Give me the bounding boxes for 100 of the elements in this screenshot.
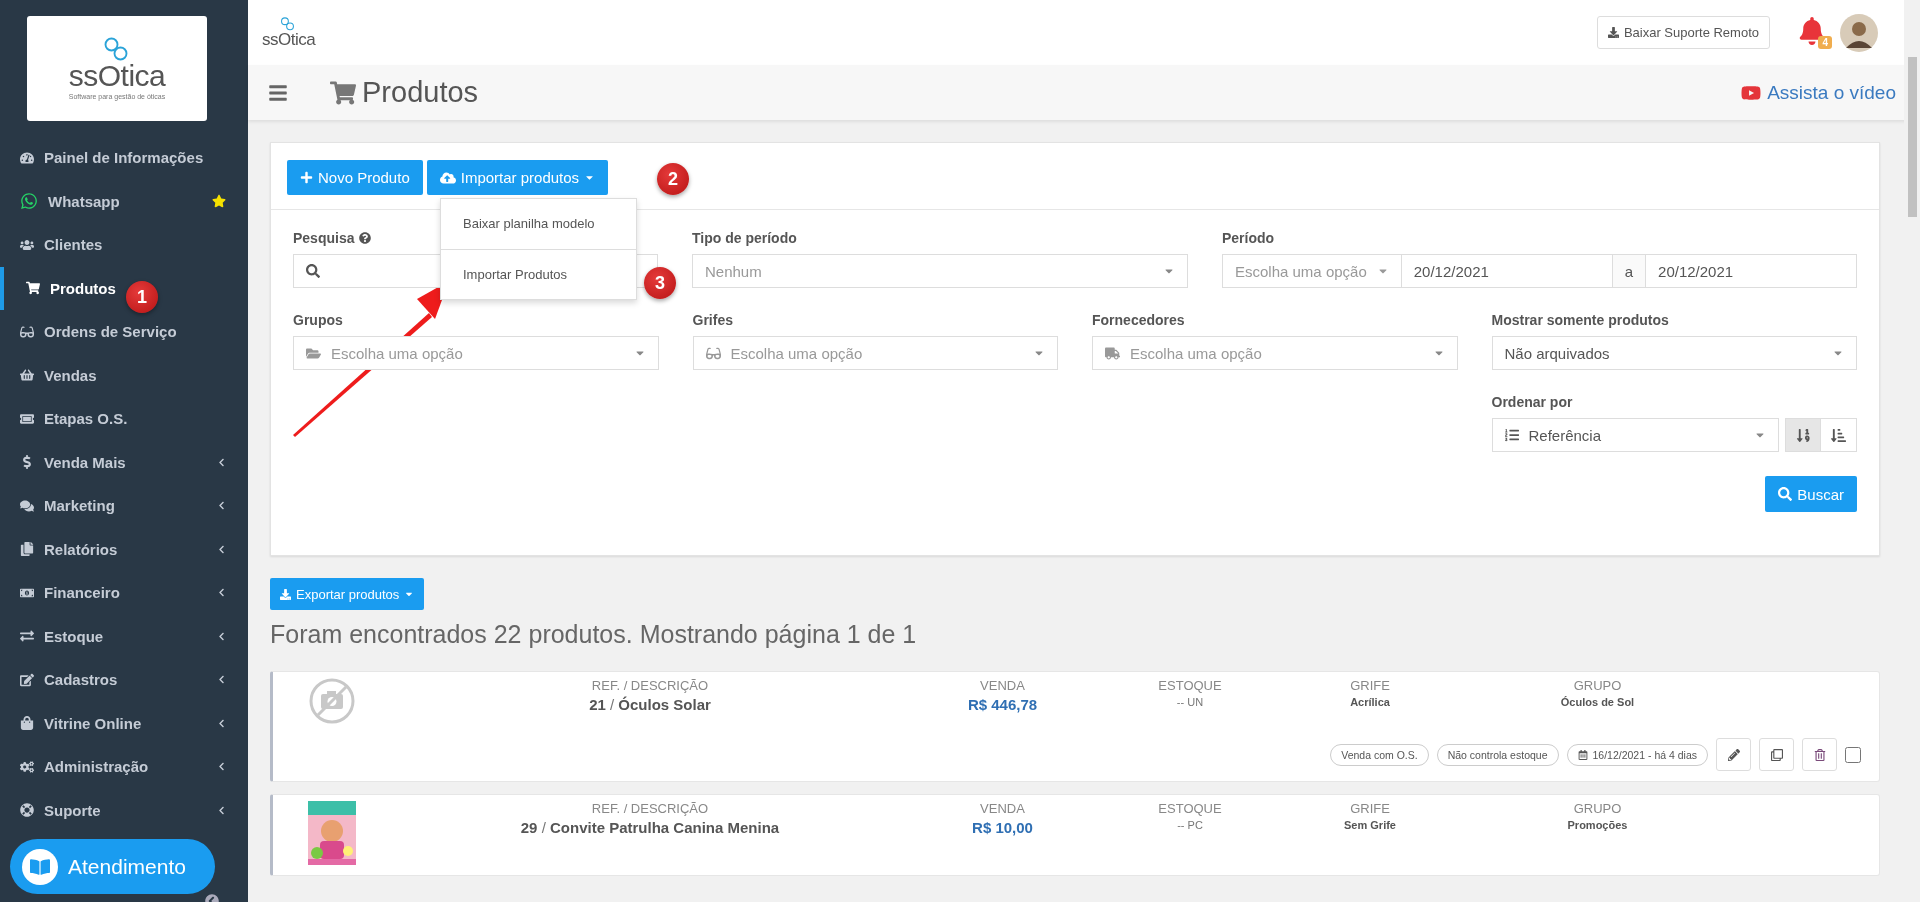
step-badge: 1 [126,281,158,313]
gauge-icon [20,150,34,165]
product-value: -- PC [1177,819,1203,831]
column-heading: VENDA [980,801,1025,816]
field-label: Grupos [293,312,344,328]
sidebar-item[interactable]: Relatórios [0,527,248,571]
users-icon [20,237,34,252]
column-heading: ESTOQUE [1158,801,1222,816]
sidebar-item[interactable]: Vendas [0,353,248,397]
date-field[interactable]: 20/12/2021 [1401,254,1613,288]
cart-icon [330,79,356,106]
list-icon [1504,428,1519,442]
sidebar-item[interactable]: Venda Mais [0,440,248,484]
glasses-icon [705,345,721,361]
column-heading: GRIFE [1350,801,1390,816]
sort-button[interactable] [1785,418,1821,452]
lifebuoy-icon [20,803,34,818]
truck-icon [1105,345,1120,361]
gears-icon [20,759,34,774]
no-photo-icon [308,678,355,724]
page-title: Produtos [362,76,479,109]
edit-icon [20,672,34,687]
sidebar-item[interactable]: Marketing [0,484,248,528]
sidebar-item[interactable]: Ordens de Serviço [0,310,248,354]
column-heading: GRUPO [1573,678,1622,693]
column-heading: ESTOQUE [1158,678,1222,693]
sidebar-item[interactable]: Painel de Informações [0,136,248,180]
product-value: -- UN [1176,696,1204,708]
pencil-icon [1727,748,1740,761]
download-icon [280,588,291,600]
duplicate-button[interactable] [1759,738,1794,771]
sort-button[interactable] [1821,418,1857,452]
select-field[interactable]: Referência [1491,418,1779,452]
plus-icon [300,171,313,184]
chat-icon [20,498,34,513]
field-label: Período [1222,230,1276,246]
calendar-icon [1577,749,1588,760]
results-summary: Foram encontrados 22 produtos. Mostrando página 1 de 1 [270,620,918,649]
edit-button[interactable] [1716,738,1751,771]
copy-icon [20,542,34,557]
product-value: Promoções [1567,819,1628,831]
logo-text: ssOtica [262,30,316,48]
column-heading: REF. / DESCRIÇÃO [591,801,709,816]
trash-icon [1813,748,1826,761]
product-description: 21 / Óculos Solar [589,696,711,713]
avatar[interactable] [1840,13,1878,52]
column-heading: GRUPO [1573,801,1622,816]
bag-icon [20,716,34,731]
column-heading: GRIFE [1350,678,1390,693]
cart-icon [26,281,40,296]
field-label: Tipo de período [692,230,798,246]
column-heading: REF. / DESCRIÇÃO [591,678,709,693]
delete-button[interactable] [1802,738,1837,771]
logo-text: ssOtica [68,61,166,91]
bell-icon[interactable] [1798,16,1826,45]
glasses-icon [20,324,34,339]
sidebar-item[interactable]: Clientes [0,223,248,267]
dollar-icon [20,455,34,470]
sort-lines-icon [1831,427,1846,443]
basket-icon [20,368,34,383]
field-label: Fornecedores [1092,312,1186,328]
sort-numeric-icon [1795,427,1811,443]
product-value: Acrílica [1350,696,1390,708]
whatsapp-icon [20,192,38,211]
ticket-icon [20,411,34,426]
cloud-upload-icon [439,169,456,186]
menu-item[interactable]: Importar Produtos [441,249,636,299]
download-icon [1607,27,1619,38]
field-label: Grifes [692,312,734,328]
sidebar-item[interactable]: Financeiro [0,571,248,615]
sidebar-item[interactable]: Whatsapp [0,179,248,223]
select-field[interactable]: Não arquivados [1491,336,1857,370]
copy-icon [1770,748,1783,761]
field-label: Mostrar somente produtos [1491,312,1670,328]
video-link[interactable]: Assista o vídeo [1741,81,1896,104]
help-icon [359,232,372,244]
date-field[interactable]: 20/12/2021 [1645,254,1857,288]
sidebar-item[interactable]: Cadastros [0,658,248,702]
step-badge: 2 [657,163,689,195]
column-heading: VENDA [980,678,1025,693]
product-value: R$ 10,00 [972,819,1033,836]
product-value: R$ 446,78 [967,696,1038,713]
menu-icon[interactable] [268,82,288,103]
sidebar-item[interactable]: Administração [0,745,248,789]
product-value: Óculos de Sol [1560,696,1635,708]
sidebar-item[interactable]: Etapas O.S. [0,397,248,441]
exchange-icon [20,629,34,644]
search-icon [1778,487,1793,501]
sidebar-item[interactable]: Suporte [0,788,248,832]
sidebar-item[interactable]: Vitrine Online [0,701,248,745]
product-description: 29 / Convite Patrulha Canina Menina [520,819,780,836]
search-icon [306,264,320,278]
step-badge: 3 [644,267,676,299]
product-value: Sem Grife [1344,819,1396,831]
remote-support-button[interactable]: Baixar Suporte Remoto [1596,16,1770,49]
book-icon [22,848,58,885]
range-separator: a [1612,254,1646,288]
sidebar-item[interactable]: Estoque [0,614,248,658]
product-checkbox[interactable] [1845,746,1861,763]
field-label: Ordenar por [1491,394,1574,410]
